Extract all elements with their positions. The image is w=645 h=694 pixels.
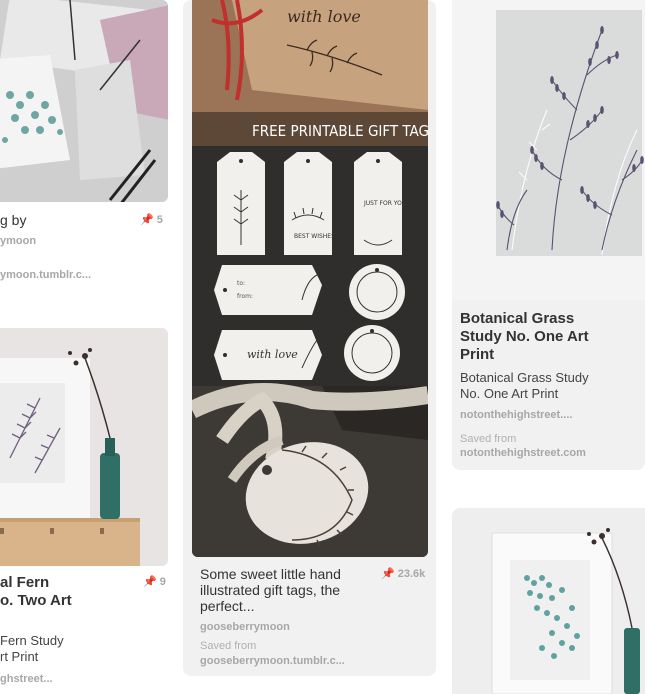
pin-card-gift-tags[interactable]: with love FREE PRINTABLE GIFT TAGS BEST … <box>183 0 436 676</box>
pushpin-icon: 📌 <box>143 576 157 588</box>
pin-source[interactable]: notonthehighstreet.com <box>460 446 586 460</box>
pin-title-line2[interactable]: o. Two Art <box>0 592 72 610</box>
tag-to: to: <box>237 280 245 287</box>
pin-image-botanical-grass[interactable] <box>452 0 645 300</box>
pin-source[interactable]: ghstreet... <box>0 672 53 686</box>
pin-desc-line1: Fern Study <box>0 633 64 648</box>
repin-count[interactable]: 📌 5 <box>140 213 163 226</box>
pin-source[interactable]: ymoon.tumblr.c... <box>0 268 91 282</box>
pin-desc-line2: rt Print <box>0 649 39 664</box>
pin-desc-line2[interactable]: illustrated gift tags, the <box>200 582 340 599</box>
overlay-heading: FREE PRINTABLE GIFT TAGS <box>252 122 428 140</box>
pin-desc-line3[interactable]: perfect... <box>200 598 254 615</box>
pin-title-line2[interactable]: Study No. One Art <box>460 328 589 346</box>
pin-card-col3-b[interactable] <box>452 508 645 694</box>
pin-image-gift-tags[interactable]: with love FREE PRINTABLE GIFT TAGS BEST … <box>192 0 428 557</box>
pin-image-fern-print[interactable] <box>0 328 168 566</box>
pushpin-icon: 📌 <box>381 568 395 580</box>
pin-title-line1[interactable]: Botanical Grass <box>460 310 574 328</box>
tag-from: from: <box>237 293 253 300</box>
pinner-name[interactable]: ymoon <box>0 234 36 248</box>
pin-image-fern-frame[interactable] <box>452 508 645 694</box>
tag-just-for-you: JUST FOR YOU <box>363 200 406 207</box>
tag-best-wishes: BEST WISHES <box>294 233 335 240</box>
tag-with-love: with love <box>247 348 298 361</box>
pushpin-icon: 📌 <box>140 214 154 226</box>
saved-from-label: Saved from <box>200 640 257 652</box>
pin-desc-line1: Botanical Grass Study <box>460 370 589 385</box>
pin-image-stationery[interactable] <box>0 0 168 202</box>
saved-from-label: Saved from <box>460 433 517 445</box>
pin-card-col1-b[interactable]: al Fern o. Two Art 📌 9 Fern Study rt Prin… <box>0 328 168 694</box>
repin-count[interactable]: 📌 23.6k <box>381 567 425 580</box>
repin-count[interactable]: 📌 9 <box>143 575 166 588</box>
pinner-name[interactable]: gooseberrymoon <box>200 620 290 634</box>
pinner-name[interactable]: notonthehighstreet.... <box>460 408 572 422</box>
pin-source[interactable]: gooseberrymoon.tumblr.c... <box>200 654 345 668</box>
svg-text:with love: with love <box>287 7 361 26</box>
pin-desc-line2: No. One Art Print <box>460 386 559 401</box>
pin-desc-line1[interactable]: Some sweet little hand <box>200 566 341 583</box>
pin-title-line3[interactable]: Print <box>460 346 494 364</box>
pin-title[interactable]: g by <box>0 212 26 229</box>
pin-card-col1-a[interactable]: g by 📌 5 ymoon ymoon.tumblr.c... <box>0 0 168 300</box>
pin-card-botanical-grass[interactable]: Botanical Grass Study No. One Art Print … <box>452 0 645 470</box>
pin-title-line1[interactable]: al Fern <box>0 574 49 592</box>
